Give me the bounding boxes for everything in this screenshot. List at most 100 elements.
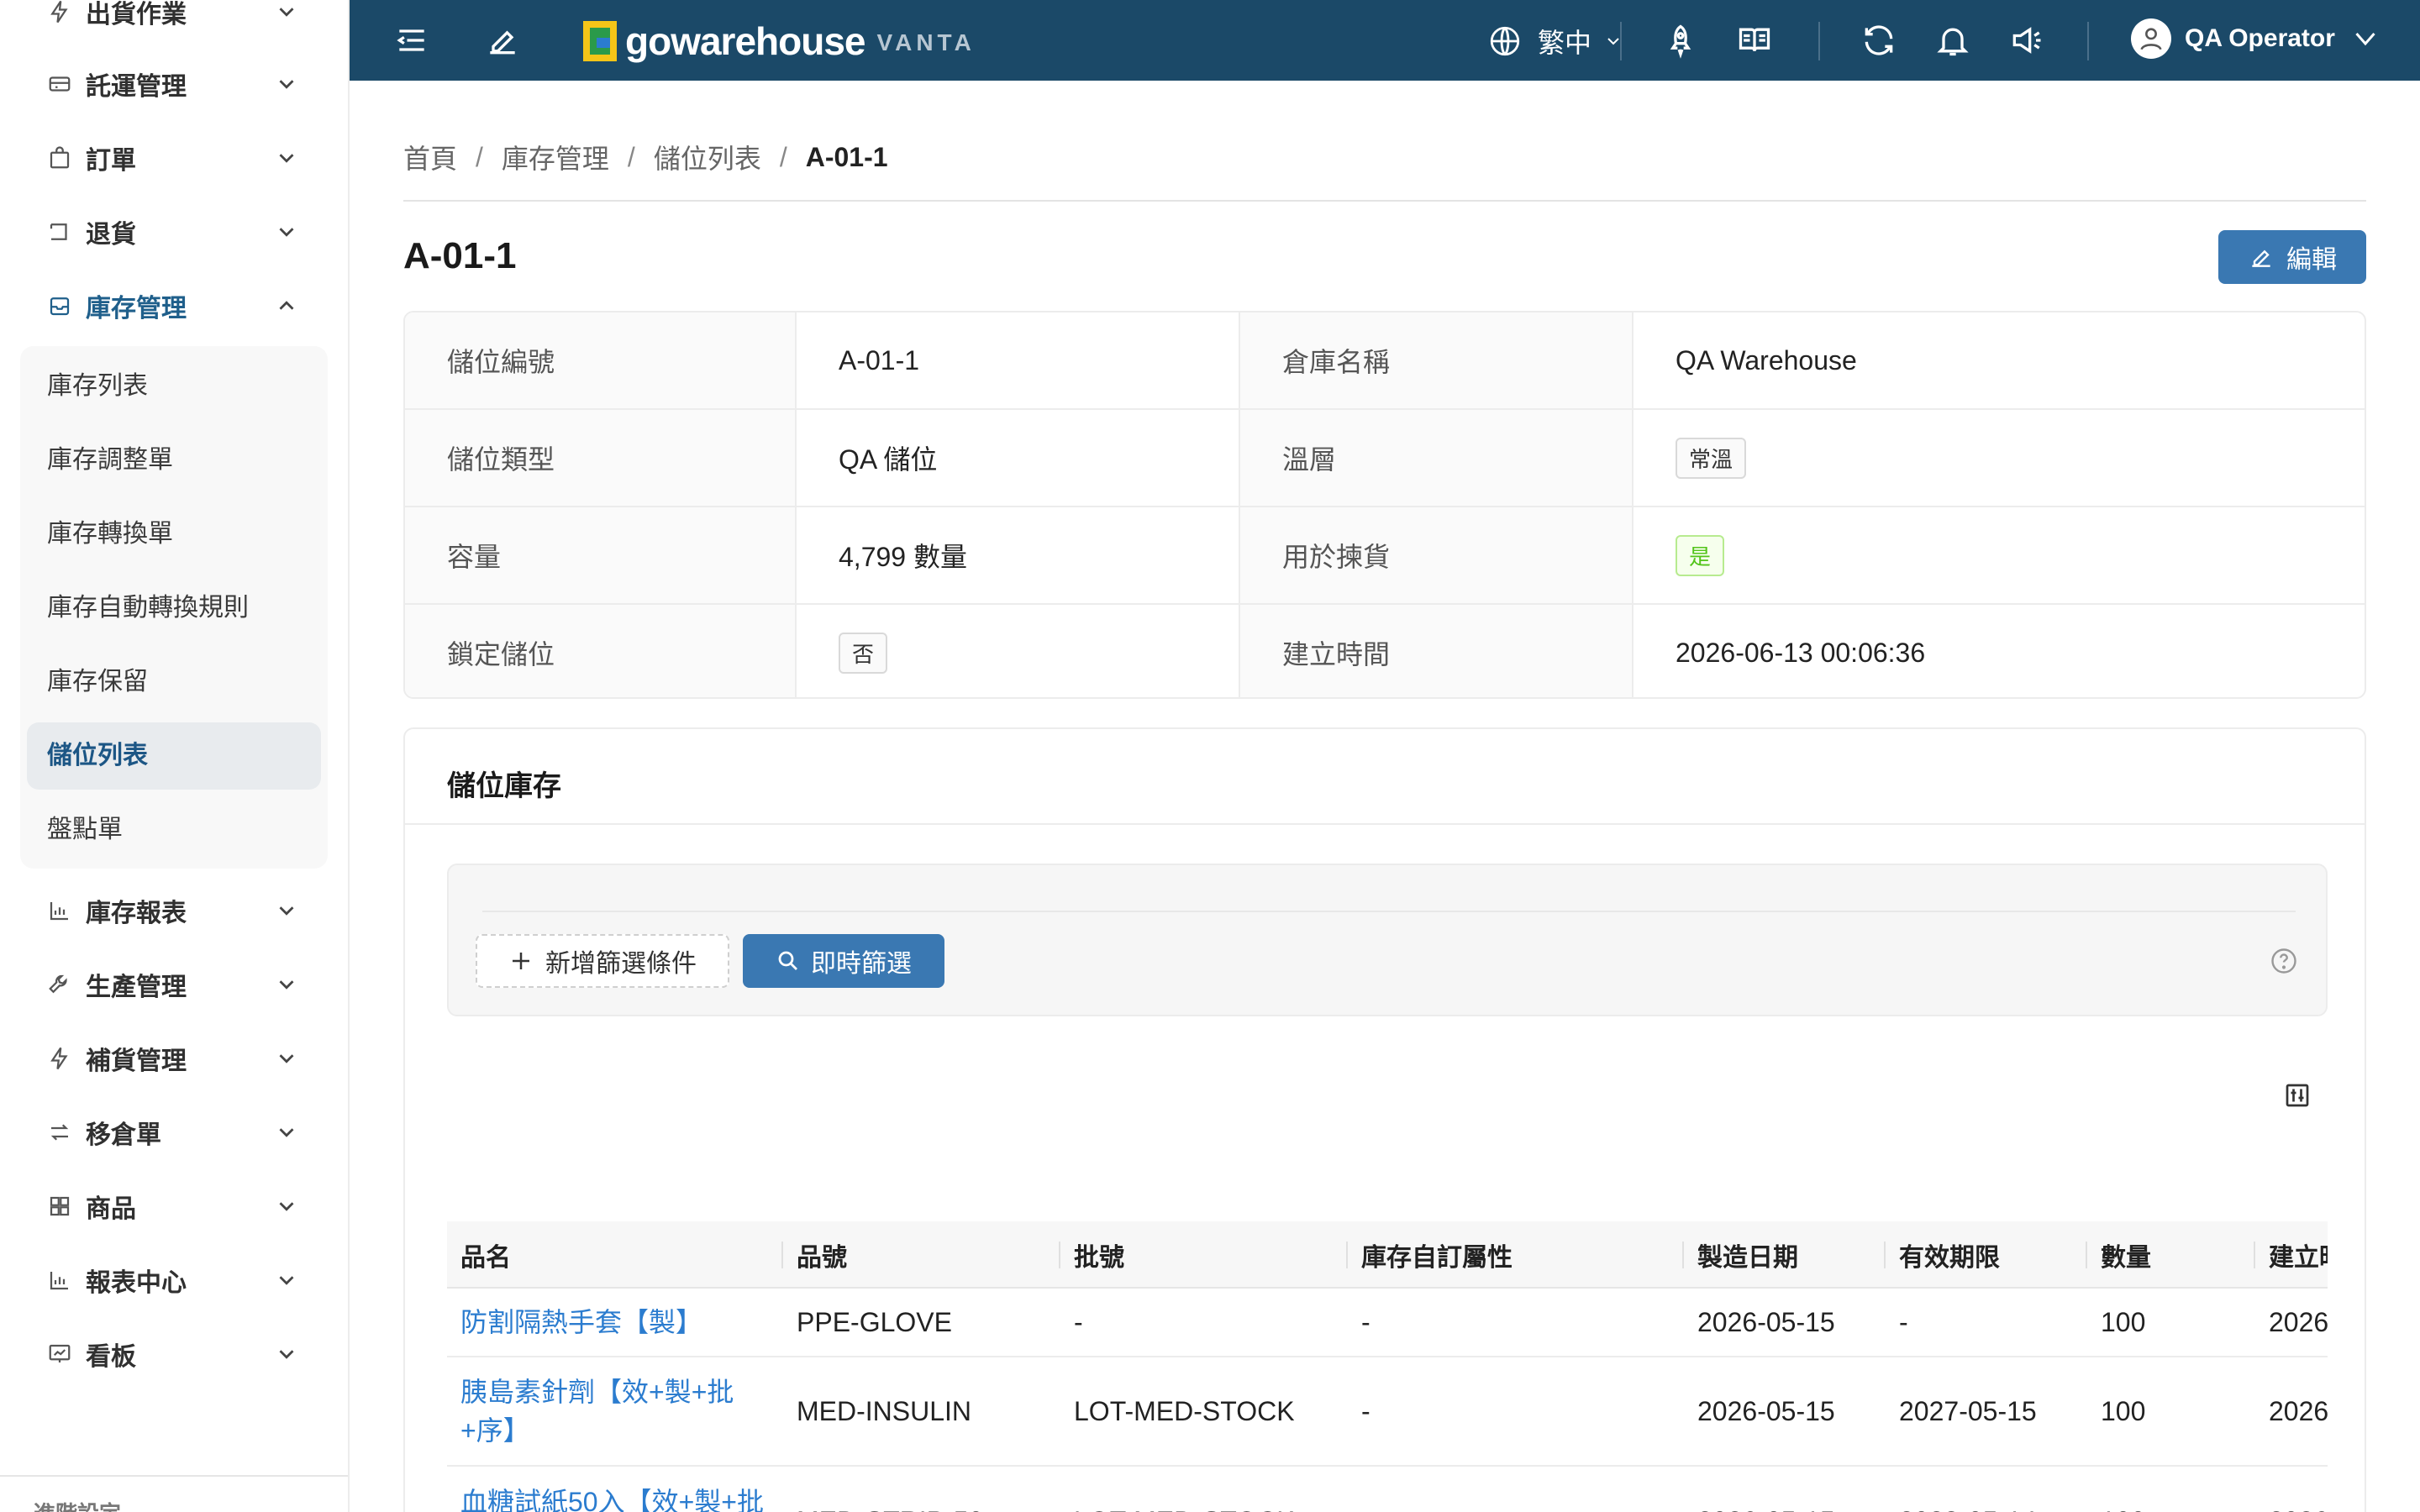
expiry-cell: - — [1899, 1306, 1908, 1337]
column-header-sku[interactable]: 品號 — [797, 1221, 847, 1289]
rocket-icon[interactable] — [1662, 22, 1699, 59]
created-cell: 2026 — [2269, 1306, 2328, 1337]
chevron-down-icon — [279, 906, 294, 916]
temperature-label: 溫層 — [1240, 410, 1634, 506]
details-row: 儲位編號 A-01-1 倉庫名稱 QA Warehouse — [405, 312, 2365, 410]
add-filter-label: 新增篩選條件 — [545, 950, 697, 978]
product-name-link[interactable]: 防割隔熱手套【製】 — [460, 1289, 780, 1356]
sidebar-item-dashboard[interactable]: 看板 — [47, 1331, 299, 1378]
refresh-icon[interactable] — [1860, 22, 1897, 59]
sidebar-item-advanced-settings[interactable]: 進階設定 — [34, 1497, 121, 1512]
details-row: 儲位類型 QA 儲位 溫層 常溫 — [405, 410, 2365, 507]
temperature-tag: 常溫 — [1676, 437, 1747, 479]
created-label: 建立時間 — [1240, 605, 1634, 697]
edit-button[interactable]: 編輯 — [2218, 230, 2366, 284]
breadcrumb-home[interactable]: 首頁 — [403, 138, 457, 176]
divider — [482, 911, 2296, 912]
column-divider — [1682, 1242, 1684, 1268]
chevron-down-icon — [279, 228, 294, 237]
header-divider — [2087, 22, 2089, 60]
bolt-icon — [50, 1047, 68, 1070]
sidebar-item-label: 商品 — [86, 1195, 136, 1223]
column-header-created[interactable]: 建立時間 — [2269, 1221, 2328, 1289]
logo-subtitle: VANTA — [876, 29, 976, 55]
column-divider — [1884, 1242, 1886, 1268]
mfg-date-cell: 2026-05-15 — [1697, 1467, 1835, 1512]
sidebar-divider — [0, 1475, 348, 1477]
created-value: 2026-06-13 00:06:36 — [1676, 637, 1926, 668]
table-header: 品名 品號 批號 庫存自訂屬性 製造日期 有效期限 數量 建立時間 — [447, 1221, 2328, 1289]
column-header-mfg-date[interactable]: 製造日期 — [1697, 1221, 1798, 1289]
live-filter-button[interactable]: 即時篩選 — [743, 934, 944, 988]
product-name-link[interactable]: 血糖試紙50入【效+製+批+序】 — [460, 1467, 780, 1512]
column-header-lot[interactable]: 批號 — [1074, 1221, 1124, 1289]
expiry-cell: 2027-05-15 — [1899, 1395, 2037, 1426]
truck-icon — [49, 76, 71, 92]
user-menu[interactable]: QA Operator — [2131, 18, 2381, 59]
submenu-item-location-list[interactable]: 儲位列表 — [47, 739, 148, 773]
sidebar-item-returns[interactable]: 退貨 — [47, 208, 299, 255]
sidebar-item-label: 庫存管理 — [86, 295, 187, 323]
product-name-link[interactable]: 胰島素針劑【效+製+批+序】 — [460, 1357, 780, 1465]
quantity-cell: 100 — [2101, 1395, 2146, 1426]
sidebar-item-label: 看板 — [86, 1343, 136, 1371]
submenu-item-adjustment[interactable]: 庫存調整單 — [47, 444, 173, 477]
column-settings-icon[interactable] — [2282, 1080, 2312, 1110]
sidebar-item-label: 退貨 — [86, 221, 136, 249]
quantity-cell: 100 — [2101, 1306, 2146, 1337]
sidebar-item-transfer[interactable]: 移倉單 — [47, 1109, 299, 1156]
warehouse-value: QA Warehouse — [1676, 344, 1857, 375]
picking-tag: 是 — [1676, 534, 1725, 576]
filter-panel: 新增篩選條件 即時篩選 — [447, 864, 2328, 1016]
help-icon[interactable] — [2269, 946, 2299, 976]
lot-cell: LOT-MED-STOCK — [1074, 1395, 1295, 1426]
created-cell: 2026 — [2269, 1395, 2328, 1426]
submenu-item-conversion[interactable]: 庫存轉換單 — [47, 517, 173, 551]
breadcrumb-location-list[interactable]: 儲位列表 — [654, 138, 761, 176]
location-type-label: 儲位類型 — [405, 410, 797, 506]
logo-mark-icon — [583, 21, 617, 61]
book-icon[interactable] — [1736, 22, 1773, 59]
chevron-down-icon — [279, 8, 294, 17]
divider — [403, 200, 2366, 202]
submenu-item-reservation[interactable]: 庫存保留 — [47, 665, 148, 699]
chevron-down-icon — [279, 1202, 294, 1211]
sku-cell: MED-INSULIN — [797, 1395, 972, 1426]
sidebar-item-production[interactable]: 生產管理 — [47, 961, 299, 1008]
breadcrumb-separator: / — [779, 141, 787, 172]
column-header-quantity[interactable]: 數量 — [2101, 1221, 2151, 1289]
sidebar-item-report-center[interactable]: 報表中心 — [47, 1257, 299, 1304]
add-filter-button[interactable]: 新增篩選條件 — [476, 934, 729, 988]
breadcrumb-inventory[interactable]: 庫存管理 — [502, 138, 609, 176]
user-icon — [2140, 28, 2162, 50]
lot-cell: - — [1074, 1306, 1083, 1337]
submenu-item-auto-conversion[interactable]: 庫存自動轉換規則 — [47, 591, 249, 625]
sidebar-item-inventory[interactable]: 庫存管理 — [47, 282, 299, 329]
sidebar-item-outbound[interactable]: 出貨作業 — [47, 0, 299, 35]
sku-cell: MED-STRIP-50 — [797, 1467, 983, 1512]
sidebar-item-consignment[interactable]: 託運管理 — [47, 60, 299, 108]
edit-pen-icon[interactable] — [484, 22, 521, 59]
edit-button-label: 編輯 — [2286, 246, 2337, 274]
bell-icon[interactable] — [1934, 22, 1971, 59]
sidebar-item-label: 庫存報表 — [86, 900, 187, 927]
table-row: 防割隔熱手套【製】 PPE-GLOVE - - 2026-05-15 - 100… — [447, 1289, 2328, 1357]
picking-label: 用於揀貨 — [1240, 507, 1634, 603]
sidebar-item-orders[interactable]: 訂單 — [47, 134, 299, 181]
sidebar-item-products[interactable]: 商品 — [47, 1183, 299, 1230]
column-header-custom-attr[interactable]: 庫存自訂屬性 — [1361, 1221, 1512, 1289]
chevron-up-icon — [279, 301, 294, 310]
logo[interactable]: gowarehouse VANTA — [583, 18, 976, 64]
sidebar-item-replenishment[interactable]: 補貨管理 — [47, 1035, 299, 1082]
column-header-name[interactable]: 品名 — [460, 1221, 511, 1289]
user-name: QA Operator — [2185, 24, 2335, 52]
menu-fold-icon[interactable] — [393, 22, 430, 59]
language-selector[interactable]: 繁中 — [1487, 22, 1623, 60]
location-inventory-card: 儲位庫存 新增篩選條件 即時篩選 品名 品號 批號 庫存自訂屬性 製造日期 有效… — [403, 727, 2366, 1512]
sidebar-item-inventory-report[interactable]: 庫存報表 — [47, 887, 299, 934]
submenu-item-inventory-list[interactable]: 庫存列表 — [47, 370, 148, 403]
column-header-expiry[interactable]: 有效期限 — [1899, 1221, 2000, 1289]
submenu-item-stocktake[interactable]: 盤點單 — [47, 813, 123, 847]
swap-icon — [50, 1124, 69, 1141]
sound-icon[interactable] — [2008, 22, 2045, 59]
